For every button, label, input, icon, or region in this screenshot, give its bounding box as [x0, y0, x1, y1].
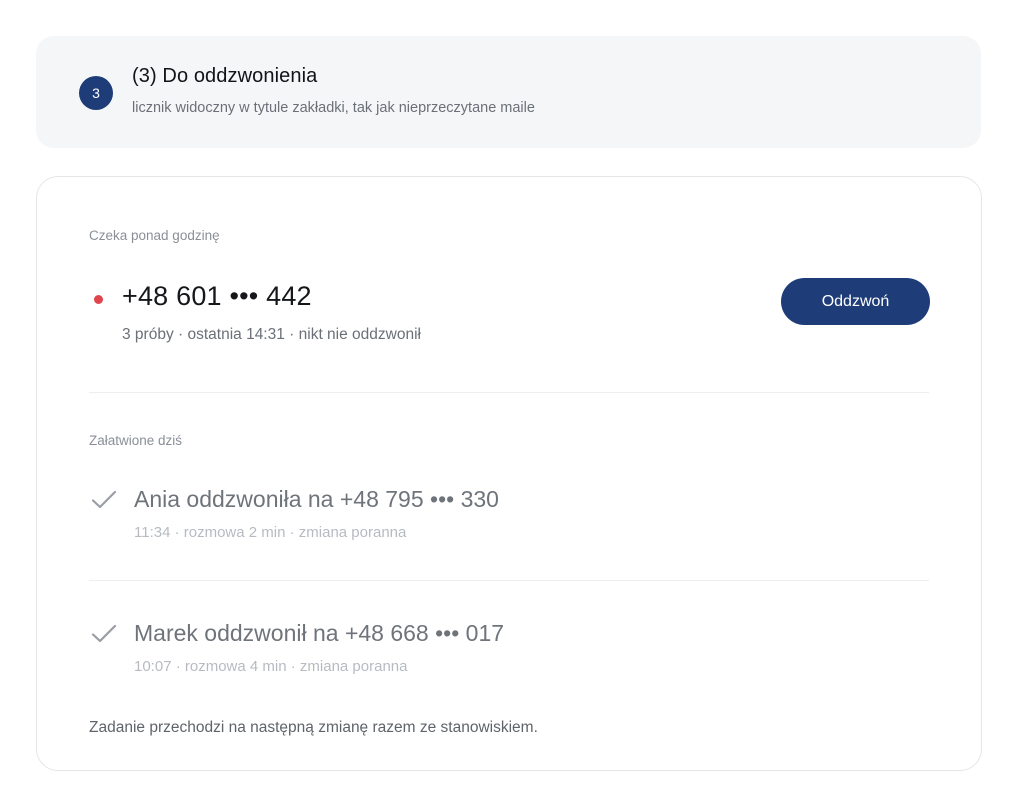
- resolved-item-details: 11:34 · rozmowa 2 min · zmiana poranna: [134, 524, 407, 541]
- resolved-item-title: Marek oddzwonił na +48 668 ••• 017: [134, 620, 505, 646]
- resolved-item-details: 10:07 · rozmowa 4 min · zmiana poranna: [134, 658, 408, 675]
- tab-title: (3) Do oddzwonienia: [132, 65, 318, 87]
- waiting-section-label: Czeka ponad godzinę: [89, 228, 220, 243]
- resolved-section-label: Załatwione dziś: [89, 433, 183, 448]
- urgent-status-dot: [94, 295, 103, 304]
- callback-button[interactable]: Oddzwoń: [781, 278, 930, 325]
- section-divider: [89, 392, 929, 393]
- check-icon: [91, 490, 117, 509]
- tab-title-preview: 3 (3) Do oddzwonienia licznik widoczny w…: [36, 36, 981, 148]
- unread-count-badge: 3: [79, 76, 113, 110]
- tab-title-description: licznik widoczny w tytule zakładki, tak …: [132, 100, 535, 116]
- check-icon: [91, 624, 117, 643]
- pending-call-details: 3 próby · ostatnia 14:31 · nikt nie oddz…: [122, 326, 421, 343]
- resolved-item-divider: [89, 580, 929, 581]
- handoff-note: Zadanie przechodzi na następną zmianę ra…: [89, 719, 538, 736]
- pending-phone-number: +48 601 ••• 442: [122, 281, 312, 311]
- resolved-item-title: Ania oddzwoniła na +48 795 ••• 330: [134, 486, 499, 512]
- callback-panel: Czeka ponad godzinę +48 601 ••• 442 3 pr…: [36, 176, 982, 771]
